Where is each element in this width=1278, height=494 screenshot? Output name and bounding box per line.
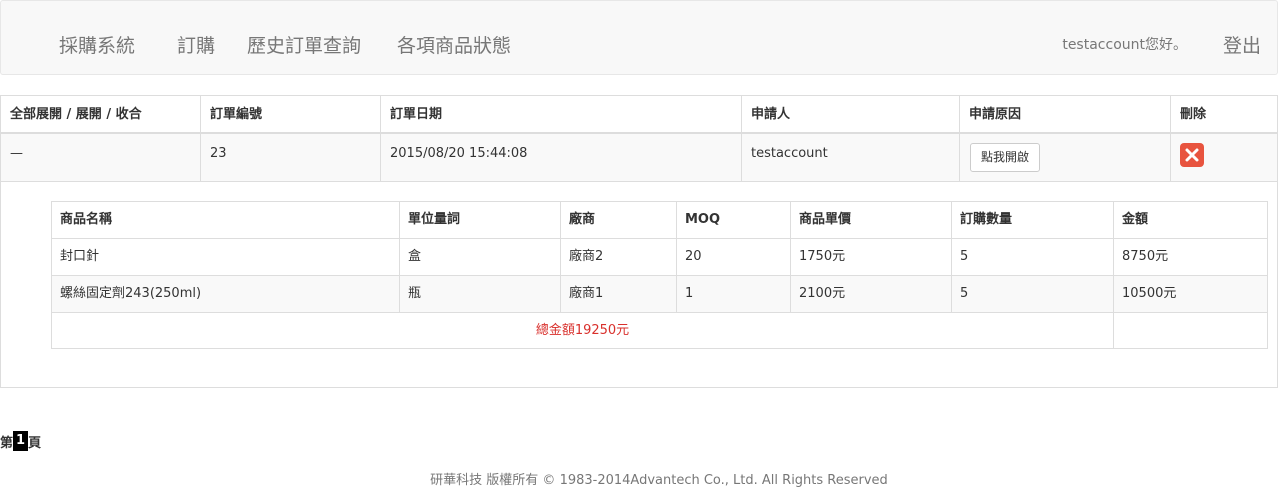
order-applicant: testaccount	[742, 134, 960, 181]
item-amount: 10500元	[1122, 286, 1177, 301]
top-navbar: 採購系統 訂購 歷史訂單查詢 各項商品狀態 testaccount您好。 登出	[0, 0, 1278, 75]
delete-cell	[1171, 134, 1277, 181]
total-amount: 總金額19250元	[52, 313, 1114, 349]
total-empty-cell	[1114, 313, 1267, 349]
header-delete: 刪除	[1180, 107, 1207, 122]
item-unit: 盒	[400, 239, 561, 275]
order-row: — 23 2015/08/20 15:44:08 testaccount 點我開…	[1, 134, 1277, 182]
order-date: 2015/08/20 15:44:08	[381, 134, 742, 181]
row-toggle[interactable]: —	[1, 134, 201, 181]
detail-header-price: 商品單價	[791, 202, 952, 238]
item-vendor: 廠商2	[561, 239, 677, 275]
item-unit: 瓶	[400, 276, 561, 312]
item-moq: 20	[677, 239, 791, 275]
item-name: 螺絲固定劑243(250ml)	[52, 276, 400, 312]
item-price: 1750元	[791, 239, 952, 275]
header-order-no: 訂單編號	[201, 96, 381, 132]
header-applicant: 申請人	[742, 96, 960, 132]
item-amount: 8750元	[1122, 249, 1169, 264]
order-no: 23	[201, 134, 381, 181]
header-expand-collapse[interactable]: 全部展開 / 展開 / 收合	[1, 96, 201, 132]
brand-title[interactable]: 採購系統	[59, 31, 135, 58]
page-number-current[interactable]: 1	[13, 431, 29, 451]
pager-prefix: 第	[0, 435, 14, 451]
item-vendor: 廠商1	[561, 276, 677, 312]
logout-link[interactable]: 登出	[1223, 31, 1261, 58]
reason-cell: 點我開啟	[960, 134, 1171, 181]
order-detail-table: 商品名稱 單位量詞 廠商 MOQ 商品單價 訂購數量 金額 封口針 盒 廠商2 …	[51, 201, 1268, 349]
detail-header-name: 商品名稱	[52, 202, 400, 238]
item-name: 封口針	[52, 239, 400, 275]
header-reason: 申請原因	[960, 96, 1171, 132]
orders-table-header: 全部展開 / 展開 / 收合 訂單編號 訂單日期 申請人 申請原因 刪除	[1, 96, 1277, 134]
delete-x-icon[interactable]	[1180, 143, 1204, 167]
nav-link-product-status[interactable]: 各項商品狀態	[397, 31, 511, 58]
detail-header-qty: 訂購數量	[952, 202, 1114, 238]
table-row: 封口針 盒 廠商2 20 1750元 5 8750元	[52, 239, 1267, 276]
total-row: 總金額19250元	[52, 313, 1267, 349]
detail-header-vendor: 廠商	[561, 202, 677, 238]
nav-link-history[interactable]: 歷史訂單查詢	[247, 31, 361, 58]
nav-link-order[interactable]: 訂購	[177, 31, 215, 58]
item-qty: 5	[952, 276, 1114, 312]
item-price: 2100元	[791, 276, 952, 312]
pagination: 第 1 頁	[0, 431, 41, 451]
detail-header-amount: 金額	[1122, 212, 1149, 227]
open-reason-button[interactable]: 點我開啟	[970, 143, 1040, 172]
table-row: 螺絲固定劑243(250ml) 瓶 廠商1 1 2100元 5 10500元	[52, 276, 1267, 313]
item-qty: 5	[952, 239, 1114, 275]
footer-copyright: 研華科技 版權所有 © 1983-2014Advantech Co., Ltd.…	[430, 473, 888, 488]
detail-header: 商品名稱 單位量詞 廠商 MOQ 商品單價 訂購數量 金額	[52, 202, 1267, 239]
detail-header-unit: 單位量詞	[400, 202, 561, 238]
pager-suffix: 頁	[28, 435, 42, 451]
item-moq: 1	[677, 276, 791, 312]
user-greeting: testaccount您好。	[1062, 37, 1187, 53]
detail-header-moq: MOQ	[677, 202, 791, 238]
header-order-date: 訂單日期	[381, 96, 742, 132]
